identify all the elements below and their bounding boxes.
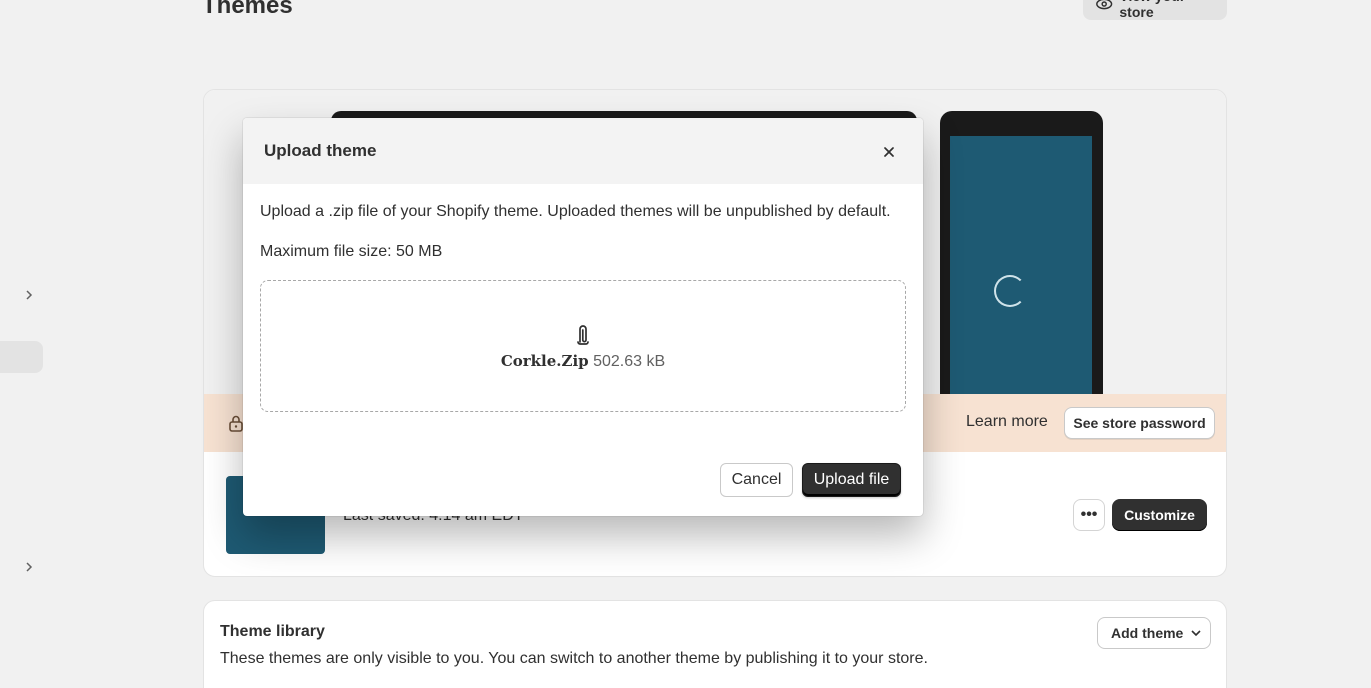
cancel-button[interactable]: Cancel [720,463,793,497]
modal-header: Upload theme [243,118,923,184]
selected-file-info: Corkle.Zip 502.63 kB [261,352,905,371]
file-dropzone[interactable]: Corkle.Zip 502.63 kB [260,280,906,412]
upload-file-button[interactable]: Upload file [802,463,901,497]
upload-theme-modal: Upload theme Upload a .zip file of your … [243,118,923,516]
file-name: Corkle.Zip [500,352,589,370]
paperclip-icon [577,325,589,345]
max-file-size-text: Maximum file size: 50 MB [260,243,443,260]
close-button[interactable] [879,142,899,162]
modal-description: Upload a .zip file of your Shopify theme… [260,203,891,220]
file-size: 502.63 kB [593,353,666,370]
modal-title: Upload theme [264,141,377,160]
close-icon [884,147,894,157]
